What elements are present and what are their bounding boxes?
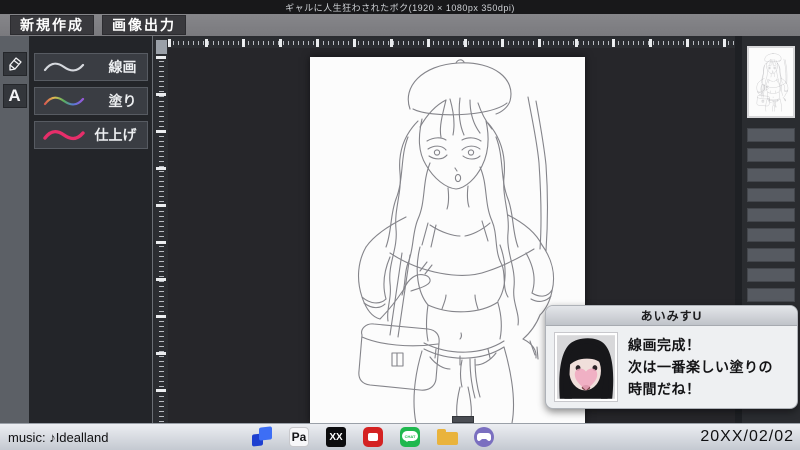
empty-page-slot[interactable] (747, 228, 795, 242)
chat-app-icon[interactable]: CHAT (400, 427, 420, 447)
layer-row-lineart[interactable]: 線画 (34, 53, 148, 81)
video-app-icon[interactable] (363, 427, 383, 447)
coloring-wave-icon (42, 93, 86, 109)
paint-app-icon[interactable]: Pa (289, 427, 309, 447)
empty-page-slot[interactable] (747, 128, 795, 142)
layer-label: 線画 (109, 57, 137, 77)
folder-icon[interactable] (437, 427, 457, 447)
game-app-icon[interactable] (474, 427, 494, 447)
dialog-body: 線画完成！ 次は一番楽しい塗りの 時間だね！ (546, 326, 797, 408)
page-thumbnail[interactable] (747, 46, 795, 118)
new-file-button[interactable]: 新規作成 (10, 15, 94, 35)
thumbnail-drawing (749, 48, 793, 116)
finishing-wave-icon (42, 127, 86, 143)
pen-nib-icon (7, 56, 23, 72)
vertical-ruler (155, 38, 168, 423)
window-titlebar: ギャルに人生狂わされたボク(1920 × 1080px 350dpi) (0, 0, 800, 14)
layers-panel: 線画 塗り 仕上げ (29, 36, 153, 423)
text-tool-icon: A (8, 86, 20, 106)
window-title: ギャルに人生狂わされたボク(1920 × 1080px 350dpi) (285, 1, 515, 14)
paint-app-window: ギャルに人生狂わされたボク(1920 × 1080px 350dpi) 新規作成… (0, 0, 800, 450)
lineart-wave-icon (42, 59, 86, 75)
export-image-button[interactable]: 画像出力 (102, 15, 186, 35)
dialog-header: あいみすU (546, 306, 797, 326)
music-title: ♪Idealland (49, 430, 108, 445)
dialog-line: 時間だね！ (628, 378, 773, 400)
empty-page-slot[interactable] (747, 168, 795, 182)
music-label: music: (8, 430, 46, 445)
tool-strip: A (0, 36, 29, 423)
layer-label: 仕上げ (95, 125, 137, 145)
dialog-line: 線画完成！ (628, 334, 773, 356)
pen-tool-button[interactable] (3, 52, 27, 76)
gamepad-icon (477, 432, 491, 442)
text-tool-button[interactable]: A (3, 84, 27, 108)
layer-row-coloring[interactable]: 塗り (34, 87, 148, 115)
dialog-text: 線画完成！ 次は一番楽しい塗りの 時間だね！ (628, 332, 773, 402)
horizontal-scrollbar-thumb[interactable] (452, 416, 474, 423)
now-playing: music: ♪Idealland (8, 430, 108, 445)
empty-page-slot[interactable] (747, 208, 795, 222)
layer-row-finishing[interactable]: 仕上げ (34, 121, 148, 149)
empty-page-slot[interactable] (747, 148, 795, 162)
canvas-page[interactable] (310, 57, 585, 423)
empty-page-slot[interactable] (747, 288, 795, 302)
dialog-line: 次は一番楽しい塗りの (628, 356, 773, 378)
avatar (554, 332, 618, 402)
windows-logo-icon[interactable] (252, 427, 272, 447)
horizontal-ruler (168, 38, 735, 48)
lineart-drawing (310, 57, 585, 423)
speaker-name: あいみすU (641, 307, 703, 324)
xx-app-icon[interactable]: XX (326, 427, 346, 447)
empty-page-slot[interactable] (747, 188, 795, 202)
taskbar-icons: Pa XX CHAT (252, 427, 494, 447)
character-dialog: あいみすU 線画完成！ 次は一番楽しい塗りの (545, 305, 798, 409)
avatar-portrait (557, 335, 615, 399)
empty-page-slot[interactable] (747, 268, 795, 282)
menu-bar: 新規作成 画像出力 (0, 14, 800, 36)
layer-label: 塗り (109, 91, 137, 111)
date-display: 20XX/02/02 (700, 428, 794, 446)
ruler-corner (156, 40, 167, 54)
empty-page-slot[interactable] (747, 248, 795, 262)
taskbar: music: ♪Idealland Pa XX CHAT (0, 423, 800, 450)
